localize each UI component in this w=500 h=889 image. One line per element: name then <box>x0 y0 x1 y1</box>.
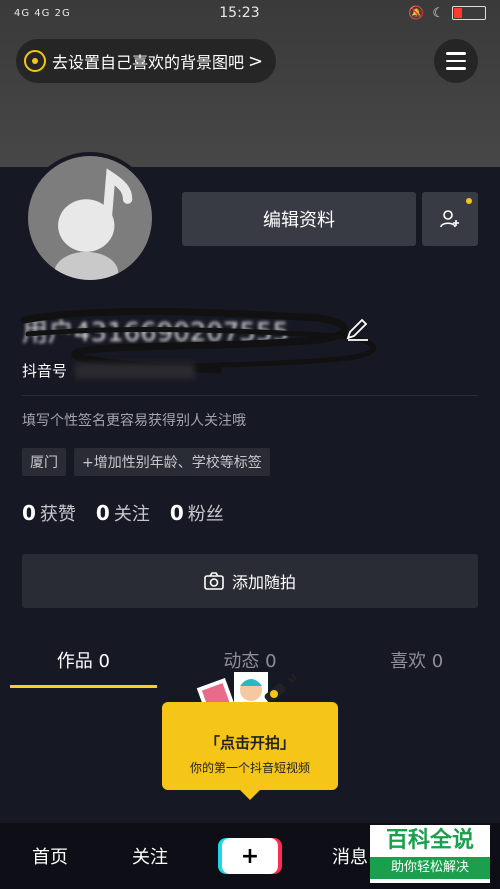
record-icon <box>24 50 46 72</box>
add-snapshot-label: 添加随拍 <box>231 573 296 592</box>
divider <box>22 395 478 396</box>
bio-placeholder[interactable]: 填写个性签名更容易获得别人关注哦 <box>22 410 246 430</box>
tab-works[interactable]: 作品 0 <box>0 640 167 688</box>
add-snapshot-button[interactable]: 添加随拍 <box>22 554 478 608</box>
douyin-id-redacted <box>75 362 196 379</box>
set-background-button[interactable]: 去设置自己喜欢的背景图吧 > <box>16 39 276 83</box>
battery-icon <box>452 6 486 20</box>
camera-icon <box>204 572 224 590</box>
watermark-title: 百科全说 <box>385 828 474 853</box>
douyin-id-label: 抖音号 <box>22 362 68 380</box>
nav-create[interactable]: + <box>200 838 300 874</box>
stat-following[interactable]: 0 关注 <box>96 500 150 526</box>
watermark-slogan: 助你轻松解决 <box>370 857 490 879</box>
moon-icon: ☾ <box>432 5 444 21</box>
douyin-id: 抖音号 <box>22 360 196 381</box>
menu-button[interactable] <box>434 39 478 83</box>
avatar[interactable] <box>24 152 156 284</box>
signal-indicator: 4G 4G 2G <box>14 7 71 19</box>
plus-icon: + <box>222 838 278 874</box>
watermark-logo: 百科全说 助你轻松解决 <box>370 825 490 883</box>
hamburger-icon-line <box>446 52 466 55</box>
hamburger-icon-line <box>446 59 466 63</box>
stats-row: 0 获赞 0 关注 0 粉丝 <box>22 500 224 526</box>
nav-home[interactable]: 首页 <box>0 843 100 869</box>
start-shooting-popup[interactable]: 「点击开拍」 你的第一个抖音短视频 <box>162 702 338 800</box>
add-friend-button[interactable] <box>422 192 478 246</box>
hamburger-icon-line <box>446 67 466 70</box>
popup-subtitle: 你的第一个抖音短视频 <box>189 761 310 775</box>
stat-followers[interactable]: 0 粉丝 <box>170 500 224 526</box>
tag-city[interactable]: 厦门 <box>22 448 66 476</box>
status-icons: 🔕 ☾ <box>408 6 486 21</box>
status-bar: 4G 4G 2G 15:23 🔕 ☾ <box>0 0 500 26</box>
stat-likes[interactable]: 0 获赞 <box>22 500 76 526</box>
set-background-label: 去设置自己喜欢的背景图吧 <box>52 53 245 72</box>
clock: 15:23 <box>219 5 260 21</box>
tab-likes[interactable]: 喜欢 0 <box>333 640 500 688</box>
nav-follow[interactable]: 关注 <box>100 843 200 869</box>
chevron-right-icon: > <box>248 50 264 72</box>
tag-add-info[interactable]: +增加性别年龄、学校等标签 <box>74 448 270 476</box>
popup-title: 「点击开拍」 <box>204 734 295 752</box>
edit-profile-button[interactable]: 编辑资料 <box>182 192 416 246</box>
bell-icon: 🔕 <box>408 5 425 21</box>
default-avatar-icon <box>54 168 133 280</box>
notification-dot <box>466 198 472 204</box>
pencil-icon[interactable] <box>344 316 370 342</box>
add-user-icon <box>440 210 459 228</box>
